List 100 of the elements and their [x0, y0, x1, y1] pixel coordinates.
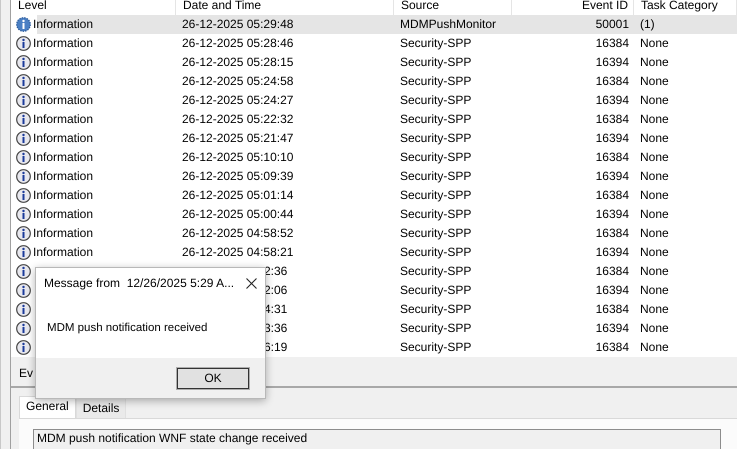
event-id-cell-text: 16394 [594, 54, 630, 71]
task-category-cell-text: None [639, 35, 670, 52]
event-id-cell-text: 16384 [594, 301, 630, 318]
date-cell-text: 26-12-2025 04:58:21 [181, 244, 294, 261]
close-icon[interactable] [246, 278, 257, 288]
event-id-cell-text: 16384 [594, 149, 630, 166]
info-icon [16, 264, 31, 279]
task-category-cell-text: (1) [639, 16, 656, 33]
info-icon [16, 188, 31, 203]
task-category-cell-text: None [639, 168, 670, 185]
info-icon [16, 36, 31, 51]
source-cell-text: Security-SPP [399, 35, 472, 52]
level-text: Information [33, 130, 94, 147]
info-icon [16, 150, 31, 165]
event-id-cell-text: 16394 [594, 244, 630, 261]
info-icon [16, 245, 31, 260]
task-category-cell-text: None [639, 282, 670, 299]
source-cell-text: Security-SPP [399, 168, 472, 185]
event-id-cell-text: 16384 [594, 263, 630, 280]
source-cell-text: Security-SPP [399, 111, 472, 128]
level-text: Information [33, 187, 94, 204]
level-text: Information [33, 73, 94, 90]
source-cell-text: Security-SPP [399, 320, 472, 337]
source-cell-text: Security-SPP [399, 339, 472, 356]
info-icon [16, 17, 31, 32]
source-cell-text: Security-SPP [399, 130, 472, 147]
dialog-message: MDM push notification received [47, 322, 208, 334]
source-cell-text: Security-SPP [399, 263, 472, 280]
task-category-cell-text: None [639, 206, 670, 223]
info-icon [16, 112, 31, 127]
date-cell-text: 26-12-2025 05:00:44 [181, 206, 294, 223]
level-text: Information [33, 111, 94, 128]
event-id-cell-text: 16384 [594, 339, 630, 356]
date-cell-text: 26-12-2025 05:28:46 [181, 35, 294, 52]
date-cell-text: 26-12-2025 05:21:47 [181, 130, 294, 147]
source-cell-text: Security-SPP [399, 187, 472, 204]
source-cell-text: Security-SPP [399, 282, 472, 299]
event-id-cell-text: 16384 [594, 111, 630, 128]
source-cell-text: Security-SPP [399, 54, 472, 71]
event-id-cell-text: 16384 [594, 225, 630, 242]
source-cell-text: Security-SPP [399, 244, 472, 261]
info-icon [16, 131, 31, 146]
source-cell-text: Security-SPP [399, 149, 472, 166]
level-text: Information [33, 16, 94, 33]
info-icon [16, 283, 31, 298]
event-id-cell-text: 16394 [594, 320, 630, 337]
info-icon [16, 55, 31, 70]
date-cell-text: 26-12-2025 05:24:27 [181, 92, 294, 109]
task-category-cell-text: None [639, 244, 670, 261]
task-category-cell-text: None [639, 339, 670, 356]
source-cell-text: Security-SPP [399, 92, 472, 109]
date-cell-text: 26-12-2025 05:29:48 [181, 16, 294, 33]
event-id-cell-text: 16394 [594, 206, 630, 223]
task-category-cell-text: None [639, 111, 670, 128]
date-cell-text: 26-12-2025 05:01:14 [181, 187, 294, 204]
task-category-cell-text: None [639, 187, 670, 204]
source-cell-text: Security-SPP [399, 301, 472, 318]
info-icon [16, 207, 31, 222]
level-text: Information [33, 35, 94, 52]
task-category-cell-text: None [639, 263, 670, 280]
event-id-cell-text: 16394 [594, 282, 630, 299]
source-cell-text: Security-SPP [399, 73, 472, 90]
event-id-cell-text: 16394 [594, 168, 630, 185]
task-category-cell-text: None [639, 73, 670, 90]
source-cell-text: Security-SPP [399, 225, 472, 242]
date-cell-text: 26-12-2025 05:10:10 [181, 149, 294, 166]
event-id-cell-text: 16384 [594, 73, 630, 90]
date-cell-text: 26-12-2025 05:22:32 [181, 111, 294, 128]
date-cell-text: 26-12-2025 05:28:15 [181, 54, 294, 71]
task-category-cell-text: None [639, 130, 670, 147]
source-cell-text: Security-SPP [399, 206, 472, 223]
description-text: MDM push notification WNF state change received [33, 429, 721, 449]
level-text: Information [33, 54, 94, 71]
panel-title: Ev [19, 366, 34, 380]
task-category-cell-text: None [639, 92, 670, 109]
level-text: Information [33, 149, 94, 166]
info-icon [16, 169, 31, 184]
ok-button[interactable]: OK [176, 366, 250, 390]
task-category-cell-text: None [639, 149, 670, 166]
level-text: Information [33, 206, 94, 223]
tab[interactable]: Details [76, 398, 126, 418]
level-text: Information [33, 225, 94, 242]
info-icon [16, 340, 31, 355]
info-icon [16, 321, 31, 336]
date-cell-text: 26-12-2025 05:24:58 [181, 73, 294, 90]
info-icon [16, 302, 31, 317]
level-text: Information [33, 168, 94, 185]
level-text: Information [33, 244, 94, 261]
task-category-cell-text: None [639, 225, 670, 242]
task-category-cell-text: None [639, 301, 670, 318]
event-id-cell-text: 16384 [594, 187, 630, 204]
info-icon [16, 74, 31, 89]
event-id-cell-text: 16394 [594, 130, 630, 147]
event-id-cell-text: 50001 [594, 16, 630, 33]
info-icon [16, 226, 31, 241]
tab[interactable]: General [19, 396, 76, 418]
event-id-cell-text: 16384 [594, 35, 630, 52]
date-cell-text: 26-12-2025 04:58:52 [181, 225, 294, 242]
task-category-cell-text: None [639, 54, 670, 71]
event-id-cell-text: 16394 [594, 92, 630, 109]
